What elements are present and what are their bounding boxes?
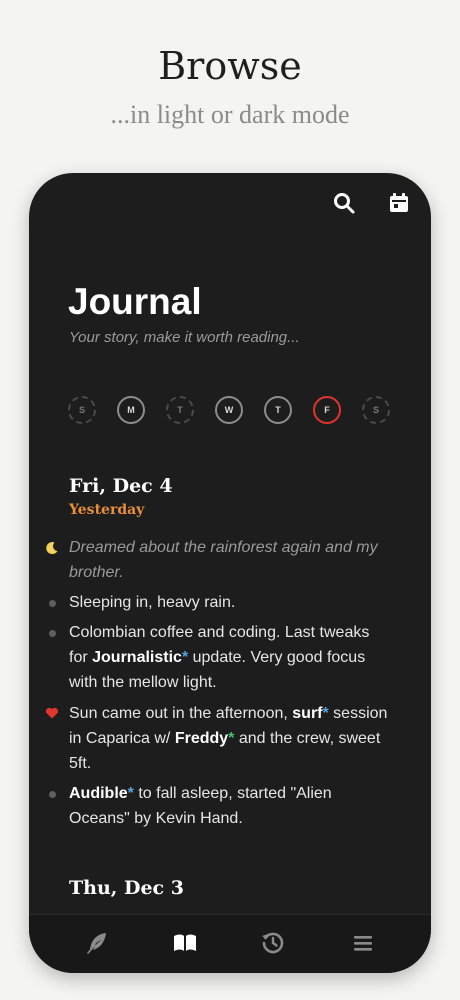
heart-icon xyxy=(45,701,59,728)
bullet-dot-icon xyxy=(45,781,59,806)
tag-link[interactable]: Journalistic xyxy=(92,649,182,666)
book-icon[interactable] xyxy=(171,929,199,957)
entry-text: Dreamed about the rainforest again and m… xyxy=(69,539,378,581)
calendar-icon[interactable] xyxy=(387,191,411,215)
tag-link[interactable]: Audible xyxy=(69,785,128,802)
hero-subtitle: ...in light or dark mode xyxy=(110,100,350,129)
weekday-saturday[interactable]: S xyxy=(362,396,390,424)
search-icon[interactable] xyxy=(332,191,356,215)
day-heading: Thu, Dec 3 xyxy=(69,877,184,899)
phone-frame: Journal Your story, make it worth readin… xyxy=(29,173,431,973)
menu-icon[interactable] xyxy=(349,929,377,957)
hero-title: Browse xyxy=(158,44,302,88)
weekday-tuesday[interactable]: T xyxy=(166,396,194,424)
weekday-wednesday[interactable]: W xyxy=(215,396,243,424)
journal-title: Journal xyxy=(68,281,202,322)
day-heading: Fri, Dec 4 xyxy=(69,475,173,497)
tag-link[interactable]: surf xyxy=(292,705,322,722)
feather-icon[interactable] xyxy=(83,929,111,957)
entry-text-start: Sun came out in the afternoon, xyxy=(69,705,293,722)
weekday-friday[interactable]: F xyxy=(313,396,341,424)
entry-item[interactable]: Audible* to fall asleep, started "Alien … xyxy=(48,781,389,831)
entry-item[interactable]: Dreamed about the rainforest again and m… xyxy=(46,535,389,585)
entry-item[interactable]: Sun came out in the afternoon, surf* ses… xyxy=(45,701,389,776)
person-tag-link[interactable]: Freddy xyxy=(175,730,228,747)
week-strip: S M T W T F S xyxy=(68,396,398,426)
bullet-dot-icon xyxy=(45,620,59,645)
entry-text: Sleeping in, heavy rain. xyxy=(69,594,236,611)
history-icon[interactable] xyxy=(259,929,287,957)
weekday-sunday[interactable]: S xyxy=(68,396,96,424)
relative-day-label: Yesterday xyxy=(69,502,145,518)
journal-tagline: Your story, make it worth reading... xyxy=(69,329,300,346)
weekday-thursday[interactable]: T xyxy=(264,396,292,424)
moon-icon xyxy=(45,535,59,563)
entry-item[interactable]: Colombian coffee and coding. Last tweaks… xyxy=(48,620,389,695)
bottom-nav xyxy=(29,914,431,973)
bullet-dot-icon xyxy=(45,590,59,615)
entry-item[interactable]: Sleeping in, heavy rain. xyxy=(48,590,389,615)
weekday-monday[interactable]: M xyxy=(117,396,145,424)
